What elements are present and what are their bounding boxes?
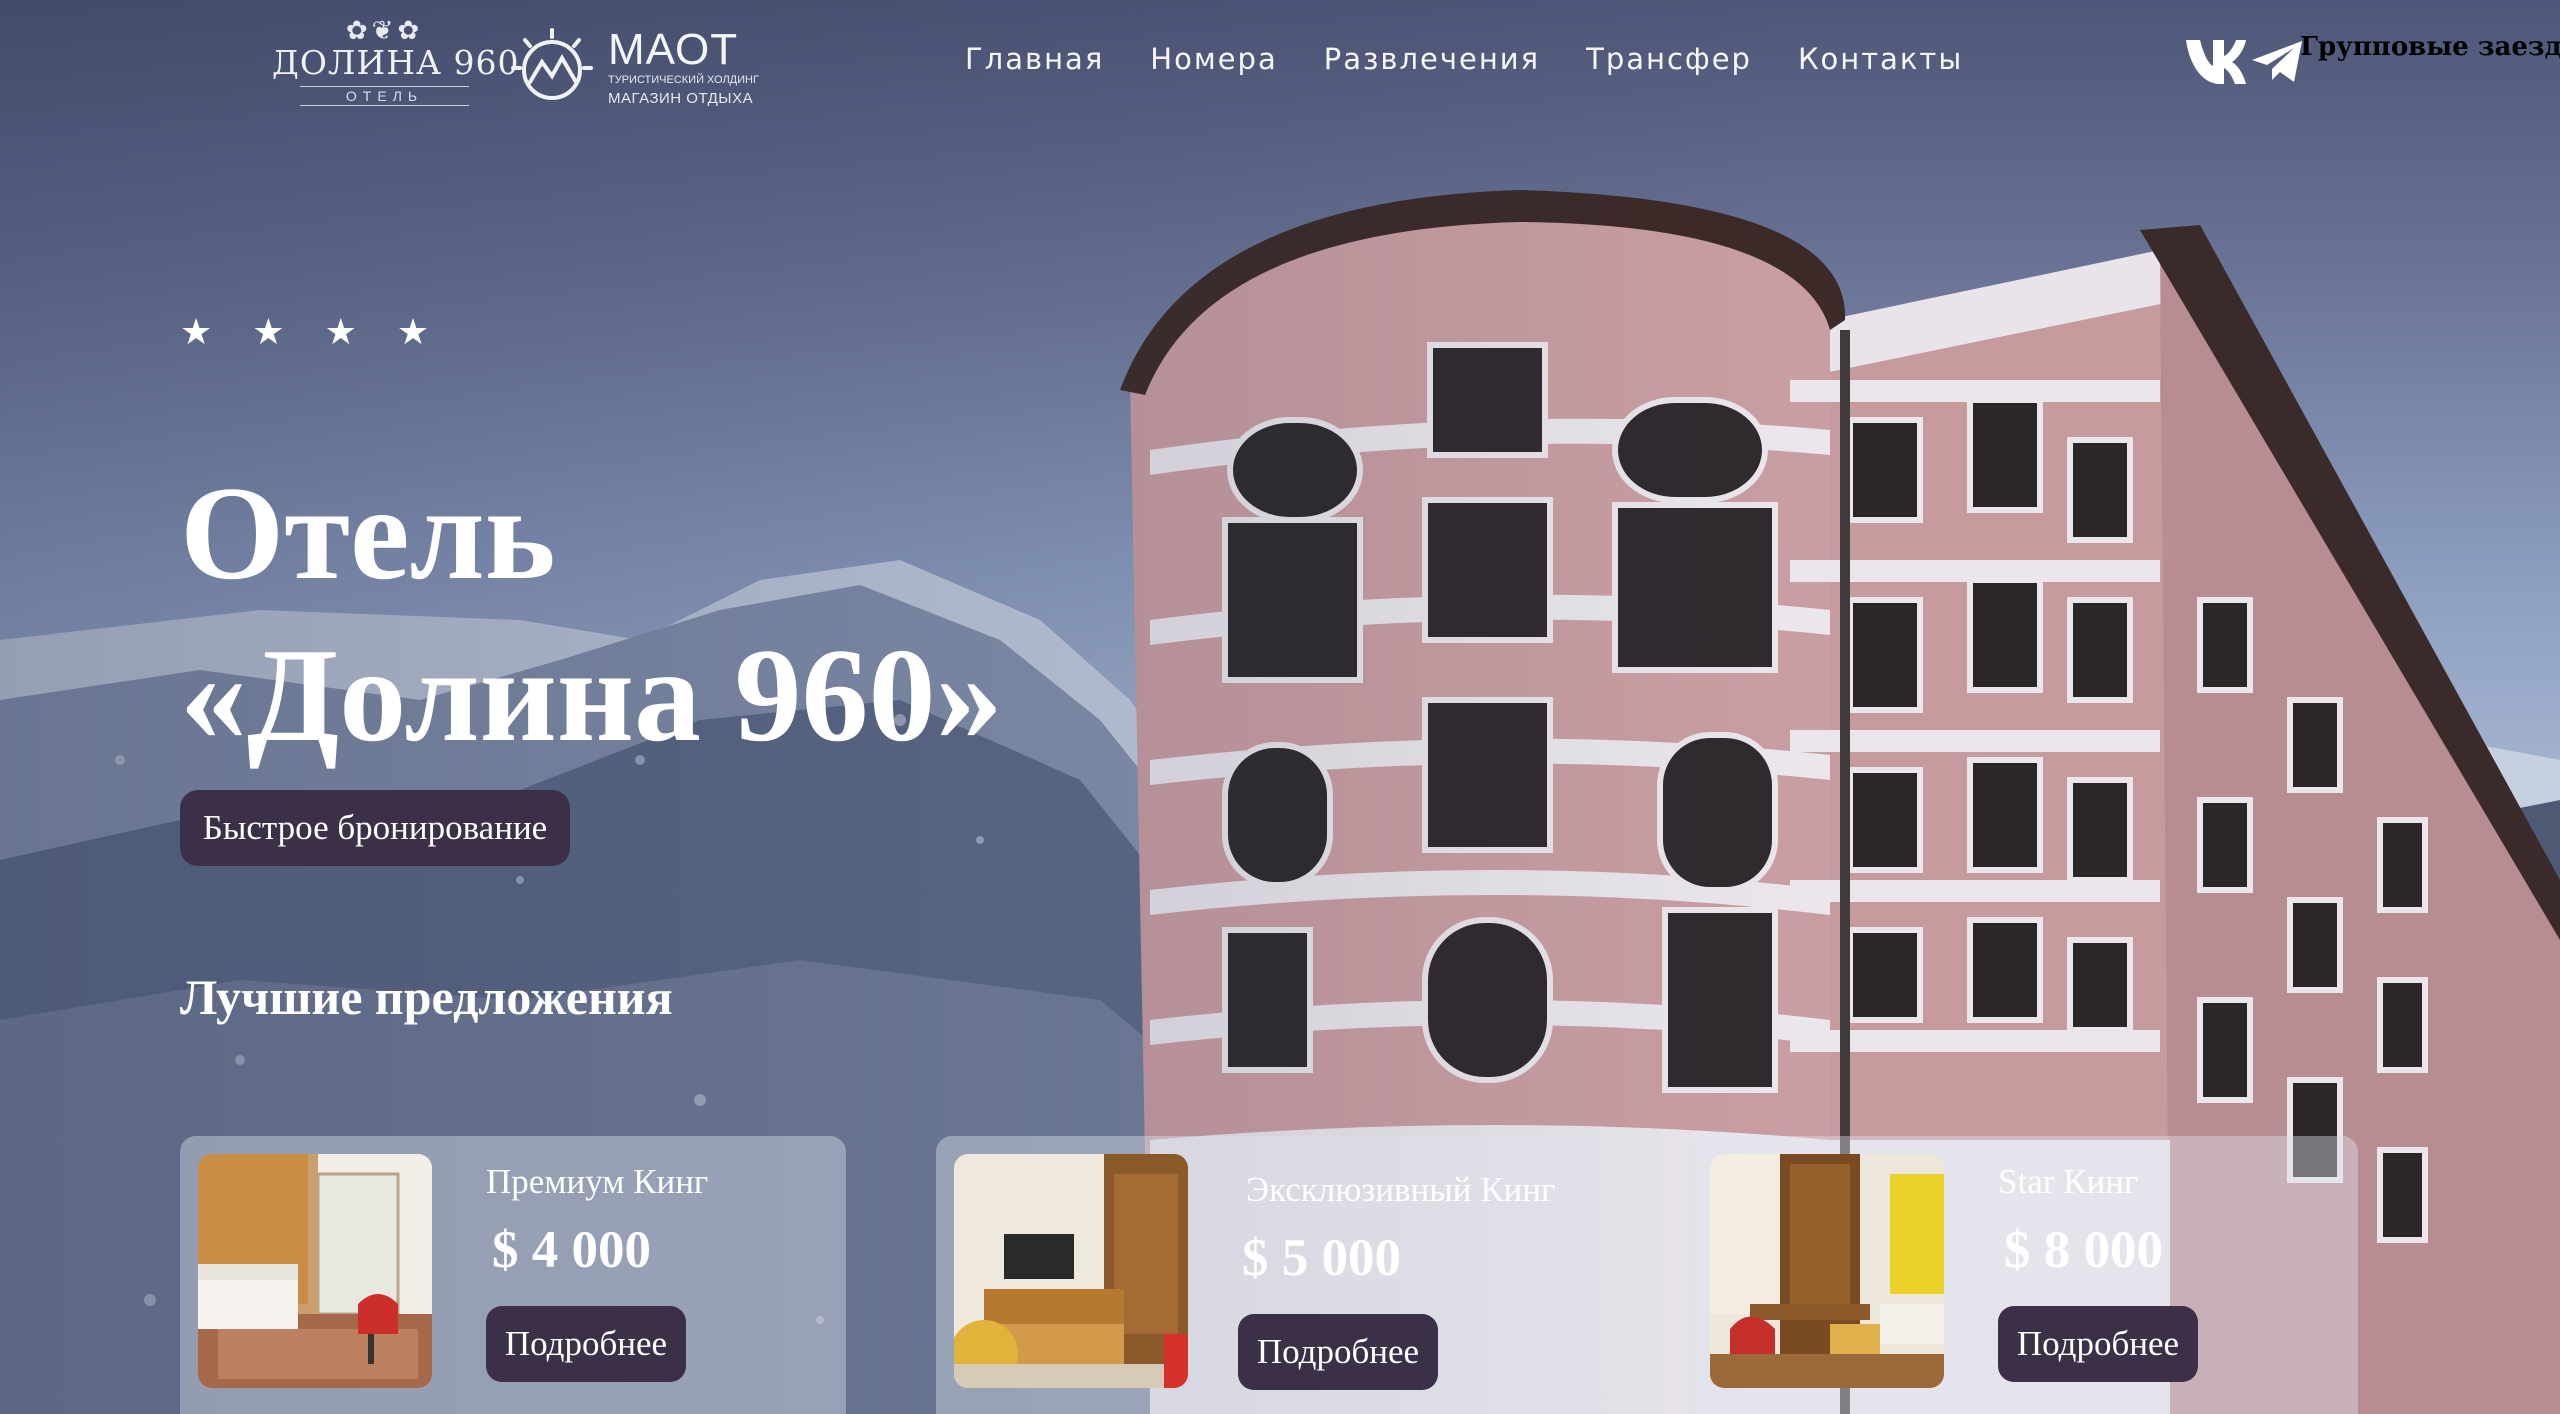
main-nav: Главная Номера Развлечения Трансфер Конт… (965, 42, 1963, 76)
room-photo (954, 1154, 1188, 1388)
details-button[interactable]: Подробнее (486, 1306, 686, 1382)
offer-price: $ 4 000 (492, 1221, 651, 1279)
room-photo (1710, 1154, 1944, 1388)
sun-mountain-icon (511, 28, 593, 100)
nav-entertainment[interactable]: Развлечения (1324, 42, 1540, 76)
nav-home[interactable]: Главная (965, 42, 1104, 76)
group-tours-link[interactable]: Групповые заезды (2300, 32, 2560, 62)
offer-price: $ 8 000 (2004, 1221, 2163, 1279)
nav-rooms[interactable]: Номера (1150, 42, 1277, 76)
best-offers-heading: Лучшие предложения (180, 969, 673, 1025)
maot-logo[interactable]: МАОТ ТУРИСТИЧЕСКИЙ ХОЛДИНГ МАГАЗИН ОТДЫХ… (510, 25, 759, 116)
star-icon: ★ (180, 312, 213, 352)
offer-price: $ 5 000 (1242, 1229, 1401, 1287)
quick-booking-button[interactable]: Быстрое бронирование (180, 790, 570, 866)
social-links (2184, 34, 2306, 90)
offer-name: Эксклюзивный Кинг (1246, 1170, 1556, 1209)
star-icon: ★ (252, 312, 285, 352)
logo-name: ДОЛИНА 960 (272, 43, 520, 82)
vk-icon[interactable] (2184, 34, 2246, 90)
site-header: ✿❦✿ ДОЛИНА 960 ОТЕЛЬ МАОТ ТУРИСТИЧЕСКИЙ … (0, 0, 2560, 130)
maot-line1: ТУРИСТИЧЕСКИЙ ХОЛДИНГ (608, 74, 759, 86)
maot-line2: МАГАЗИН ОТДЫХА (608, 90, 754, 107)
details-button[interactable]: Подробнее (1998, 1306, 2198, 1382)
offer-name: Премиум Кинг (486, 1162, 709, 1201)
offer-card[interactable]: Премиум Кинг $ 4 000 Подробнее (180, 1136, 846, 1414)
offer-card[interactable]: Star Кинг $ 8 000 Подробнее (1692, 1136, 2358, 1414)
hero-title: Отель «Долина 960» (180, 452, 1180, 776)
telegram-icon[interactable] (2250, 38, 2306, 86)
dolina-960-logo[interactable]: ✿❦✿ ДОЛИНА 960 ОТЕЛЬ (272, 16, 520, 110)
nav-contacts[interactable]: Контакты (1798, 42, 1963, 76)
nav-transfer[interactable]: Трансфер (1586, 42, 1752, 76)
star-icon: ★ (324, 312, 357, 352)
hotel-star-rating: ★ ★ ★ ★ (180, 312, 429, 352)
offer-card[interactable]: Эксклюзивный Кинг $ 5 000 Подробнее (936, 1136, 1602, 1414)
offer-name: Star Кинг (1998, 1162, 2139, 1201)
maot-title: МАОТ (608, 25, 739, 74)
details-button[interactable]: Подробнее (1238, 1314, 1438, 1390)
star-icon: ★ (396, 312, 430, 352)
logo-sub: ОТЕЛЬ (300, 86, 469, 106)
hero-title-line1: Отель (180, 459, 556, 607)
hero-title-line2: «Долина 960» (180, 621, 1003, 769)
logo-ornament: ✿❦✿ (345, 16, 424, 45)
room-photo (198, 1154, 432, 1388)
